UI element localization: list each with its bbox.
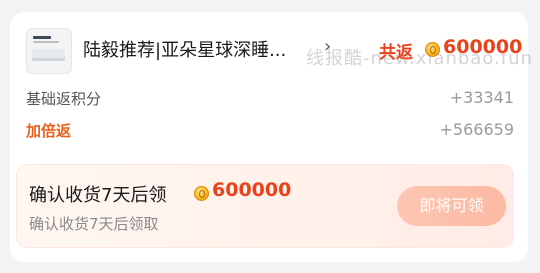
base-points-label: 基础返积分 — [26, 90, 102, 108]
base-points-row: 基础返积分 +33341 — [26, 88, 514, 112]
coin-icon — [194, 186, 209, 201]
claim-button[interactable]: 即将可领 — [397, 186, 506, 226]
mattress-image — [32, 49, 65, 61]
reward-card: 陆毅推荐|亚朵星球深睡... › 线报酷-new.xianbao.fun 共返 … — [10, 12, 532, 262]
thumbnail-caption — [33, 41, 59, 43]
base-points-value: +33341 — [449, 88, 514, 107]
double-points-label: 加倍返 — [26, 122, 72, 140]
product-title[interactable]: 陆毅推荐|亚朵星球深睡... — [83, 36, 311, 62]
product-thumbnail[interactable] — [26, 28, 72, 74]
confirm-title: 确认收货7天后领 — [29, 185, 167, 206]
confirm-receipt-panel: 确认收货7天后领 600000 确认收货7天后领取 即将可领 — [16, 164, 514, 248]
confirm-subtitle: 确认收货7天后领取 — [29, 215, 159, 233]
total-return-label: 共返 — [379, 43, 413, 63]
thumbnail-logo — [33, 36, 51, 39]
total-return-value: 600000 — [443, 36, 523, 58]
double-points-row: 加倍返 +566659 — [26, 120, 514, 144]
coin-icon — [425, 42, 440, 57]
confirm-value: 600000 — [212, 179, 292, 201]
double-points-value: +566659 — [439, 120, 514, 139]
product-row[interactable]: 陆毅推荐|亚朵星球深睡... › 线报酷-new.xianbao.fun 共返 … — [26, 28, 532, 74]
chevron-right-icon[interactable]: › — [324, 36, 331, 58]
